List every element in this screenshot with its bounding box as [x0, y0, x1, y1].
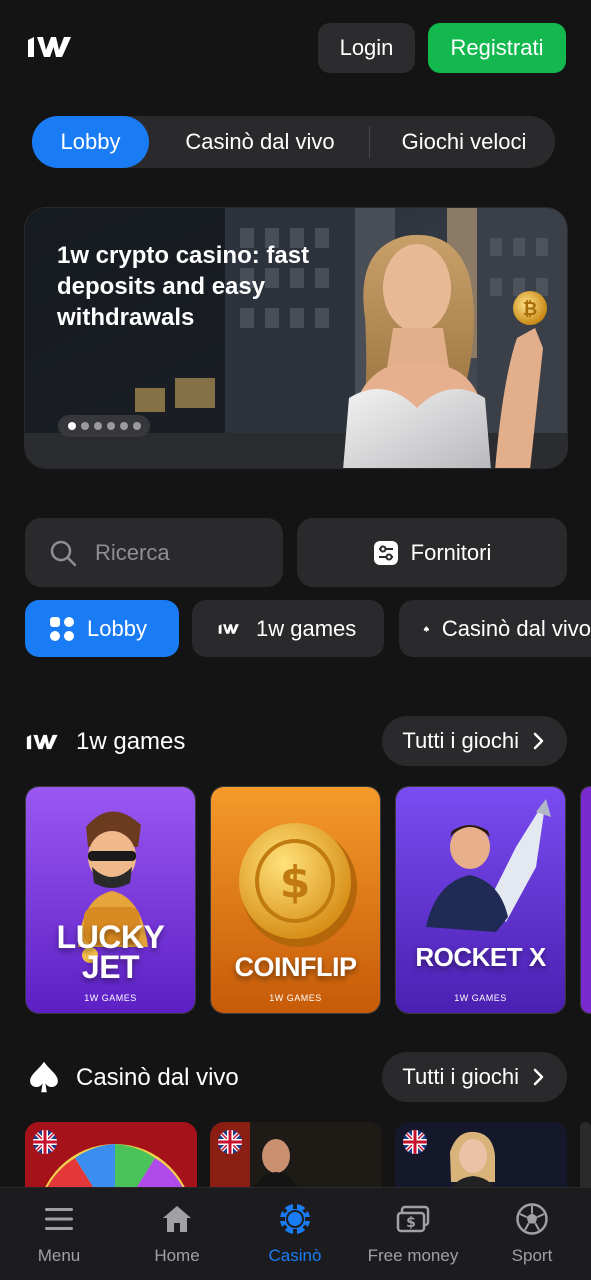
game-card-rocket-x[interactable]: ROCKET X 1W GAMES: [395, 786, 566, 1014]
1w-logo-icon: [26, 734, 58, 750]
see-all-label: Tutti i giochi: [402, 1064, 519, 1089]
rocket-x-artwork: [396, 787, 565, 1013]
search-input[interactable]: Ricerca: [25, 518, 283, 587]
uk-flag-icon: [403, 1130, 427, 1154]
game-provider: 1W GAMES: [269, 993, 322, 1003]
search-icon: [50, 540, 77, 566]
svg-text:$: $: [280, 857, 311, 908]
game-card-partial[interactable]: [580, 786, 591, 1014]
chevron-right-icon: [533, 732, 544, 750]
app-header: Login Registrati: [0, 0, 591, 96]
nav-home[interactable]: Home: [118, 1188, 236, 1280]
chip-label: Lobby: [87, 615, 147, 641]
tab-fast-games[interactable]: Giochi veloci: [380, 116, 548, 168]
spade-icon: [30, 1061, 58, 1093]
providers-label: Fornitori: [410, 539, 492, 565]
nav-label: Free money: [367, 1246, 459, 1265]
chip-label: 1w games: [256, 615, 357, 641]
svg-text:$: $: [406, 1215, 416, 1231]
filter-icon: [373, 540, 398, 565]
game-card-coinflip[interactable]: $ COINFLIP 1W GAMES: [210, 786, 381, 1014]
soccer-ball-icon: [515, 1202, 549, 1236]
game-name: ROCKET X: [415, 942, 546, 972]
1w-logo-icon: [218, 623, 239, 634]
nav-label: Menu: [37, 1246, 81, 1265]
register-button[interactable]: Registrati: [428, 23, 566, 73]
grid-icon: [50, 616, 74, 641]
promo-banner[interactable]: ₿ 1w crypto casino: fast deposits and ea…: [24, 207, 568, 469]
tab-lobby[interactable]: Lobby: [32, 116, 149, 168]
money-icon: $: [396, 1202, 430, 1236]
see-all-games-button[interactable]: Tutti i giochi: [382, 716, 567, 766]
game-card-lucky-jet[interactable]: LUCKY JET 1W GAMES: [25, 786, 196, 1014]
1win-logo[interactable]: [24, 30, 80, 64]
game-name: LUCKY JET: [56, 919, 165, 985]
game-provider: 1W GAMES: [454, 993, 507, 1003]
nav-sport[interactable]: Sport: [473, 1188, 591, 1280]
chip-1w-games[interactable]: 1w games: [192, 600, 384, 657]
nav-menu[interactable]: Menu: [0, 1188, 118, 1280]
nav-label: Sport: [511, 1246, 553, 1265]
search-placeholder: Ricerca: [95, 539, 170, 565]
home-icon: [160, 1202, 194, 1236]
spade-icon: [423, 625, 430, 632]
section-header-live-casino: Casinò dal vivo Tutti i giochi: [24, 1052, 567, 1104]
nav-label: Home: [154, 1246, 200, 1265]
banner-title: 1w crypto casino: fast deposits and easy…: [57, 242, 310, 331]
carousel-dot[interactable]: [106, 422, 115, 430]
chip-lobby[interactable]: Lobby: [25, 600, 179, 657]
tab-divider: [369, 126, 370, 158]
carousel-dot[interactable]: [80, 422, 89, 430]
game-name: COINFLIP: [234, 952, 358, 982]
see-all-label: Tutti i giochi: [402, 728, 519, 753]
uk-flag-icon: [33, 1130, 57, 1154]
casino-chip-icon: [278, 1202, 312, 1236]
section-title: 1w games: [76, 728, 186, 755]
carousel-dot[interactable]: [119, 422, 128, 430]
see-all-live-button[interactable]: Tutti i giochi: [382, 1052, 567, 1102]
carousel-dot[interactable]: [132, 422, 141, 430]
nav-casino[interactable]: Casinò: [236, 1188, 354, 1280]
carousel-dot[interactable]: [67, 422, 76, 430]
chip-label: Casinò dal vivo: [441, 615, 591, 641]
chip-live-casino[interactable]: Casinò dal vivo: [399, 600, 591, 657]
top-tab-bar: Lobby Casinò dal vivo Giochi veloci: [32, 116, 555, 168]
uk-flag-icon: [218, 1130, 242, 1154]
svg-text:₿: ₿: [523, 299, 538, 320]
login-button[interactable]: Login: [318, 23, 415, 73]
carousel-dots[interactable]: [58, 415, 150, 437]
nav-free-money[interactable]: $ Free money: [354, 1188, 472, 1280]
game-provider: 1W GAMES: [84, 993, 137, 1003]
nav-label: Casinò: [268, 1246, 322, 1265]
chevron-right-icon: [533, 1068, 544, 1086]
tab-live-casino[interactable]: Casinò dal vivo: [160, 116, 360, 168]
providers-button[interactable]: Fornitori: [297, 518, 567, 587]
carousel-dot[interactable]: [93, 422, 102, 430]
menu-icon: [42, 1202, 76, 1236]
bottom-navigation: Menu Home Casinò $ Free money Sport: [0, 1187, 591, 1280]
section-header-1w-games: 1w games Tutti i giochi: [24, 716, 567, 768]
section-title: Casinò dal vivo: [76, 1064, 239, 1091]
